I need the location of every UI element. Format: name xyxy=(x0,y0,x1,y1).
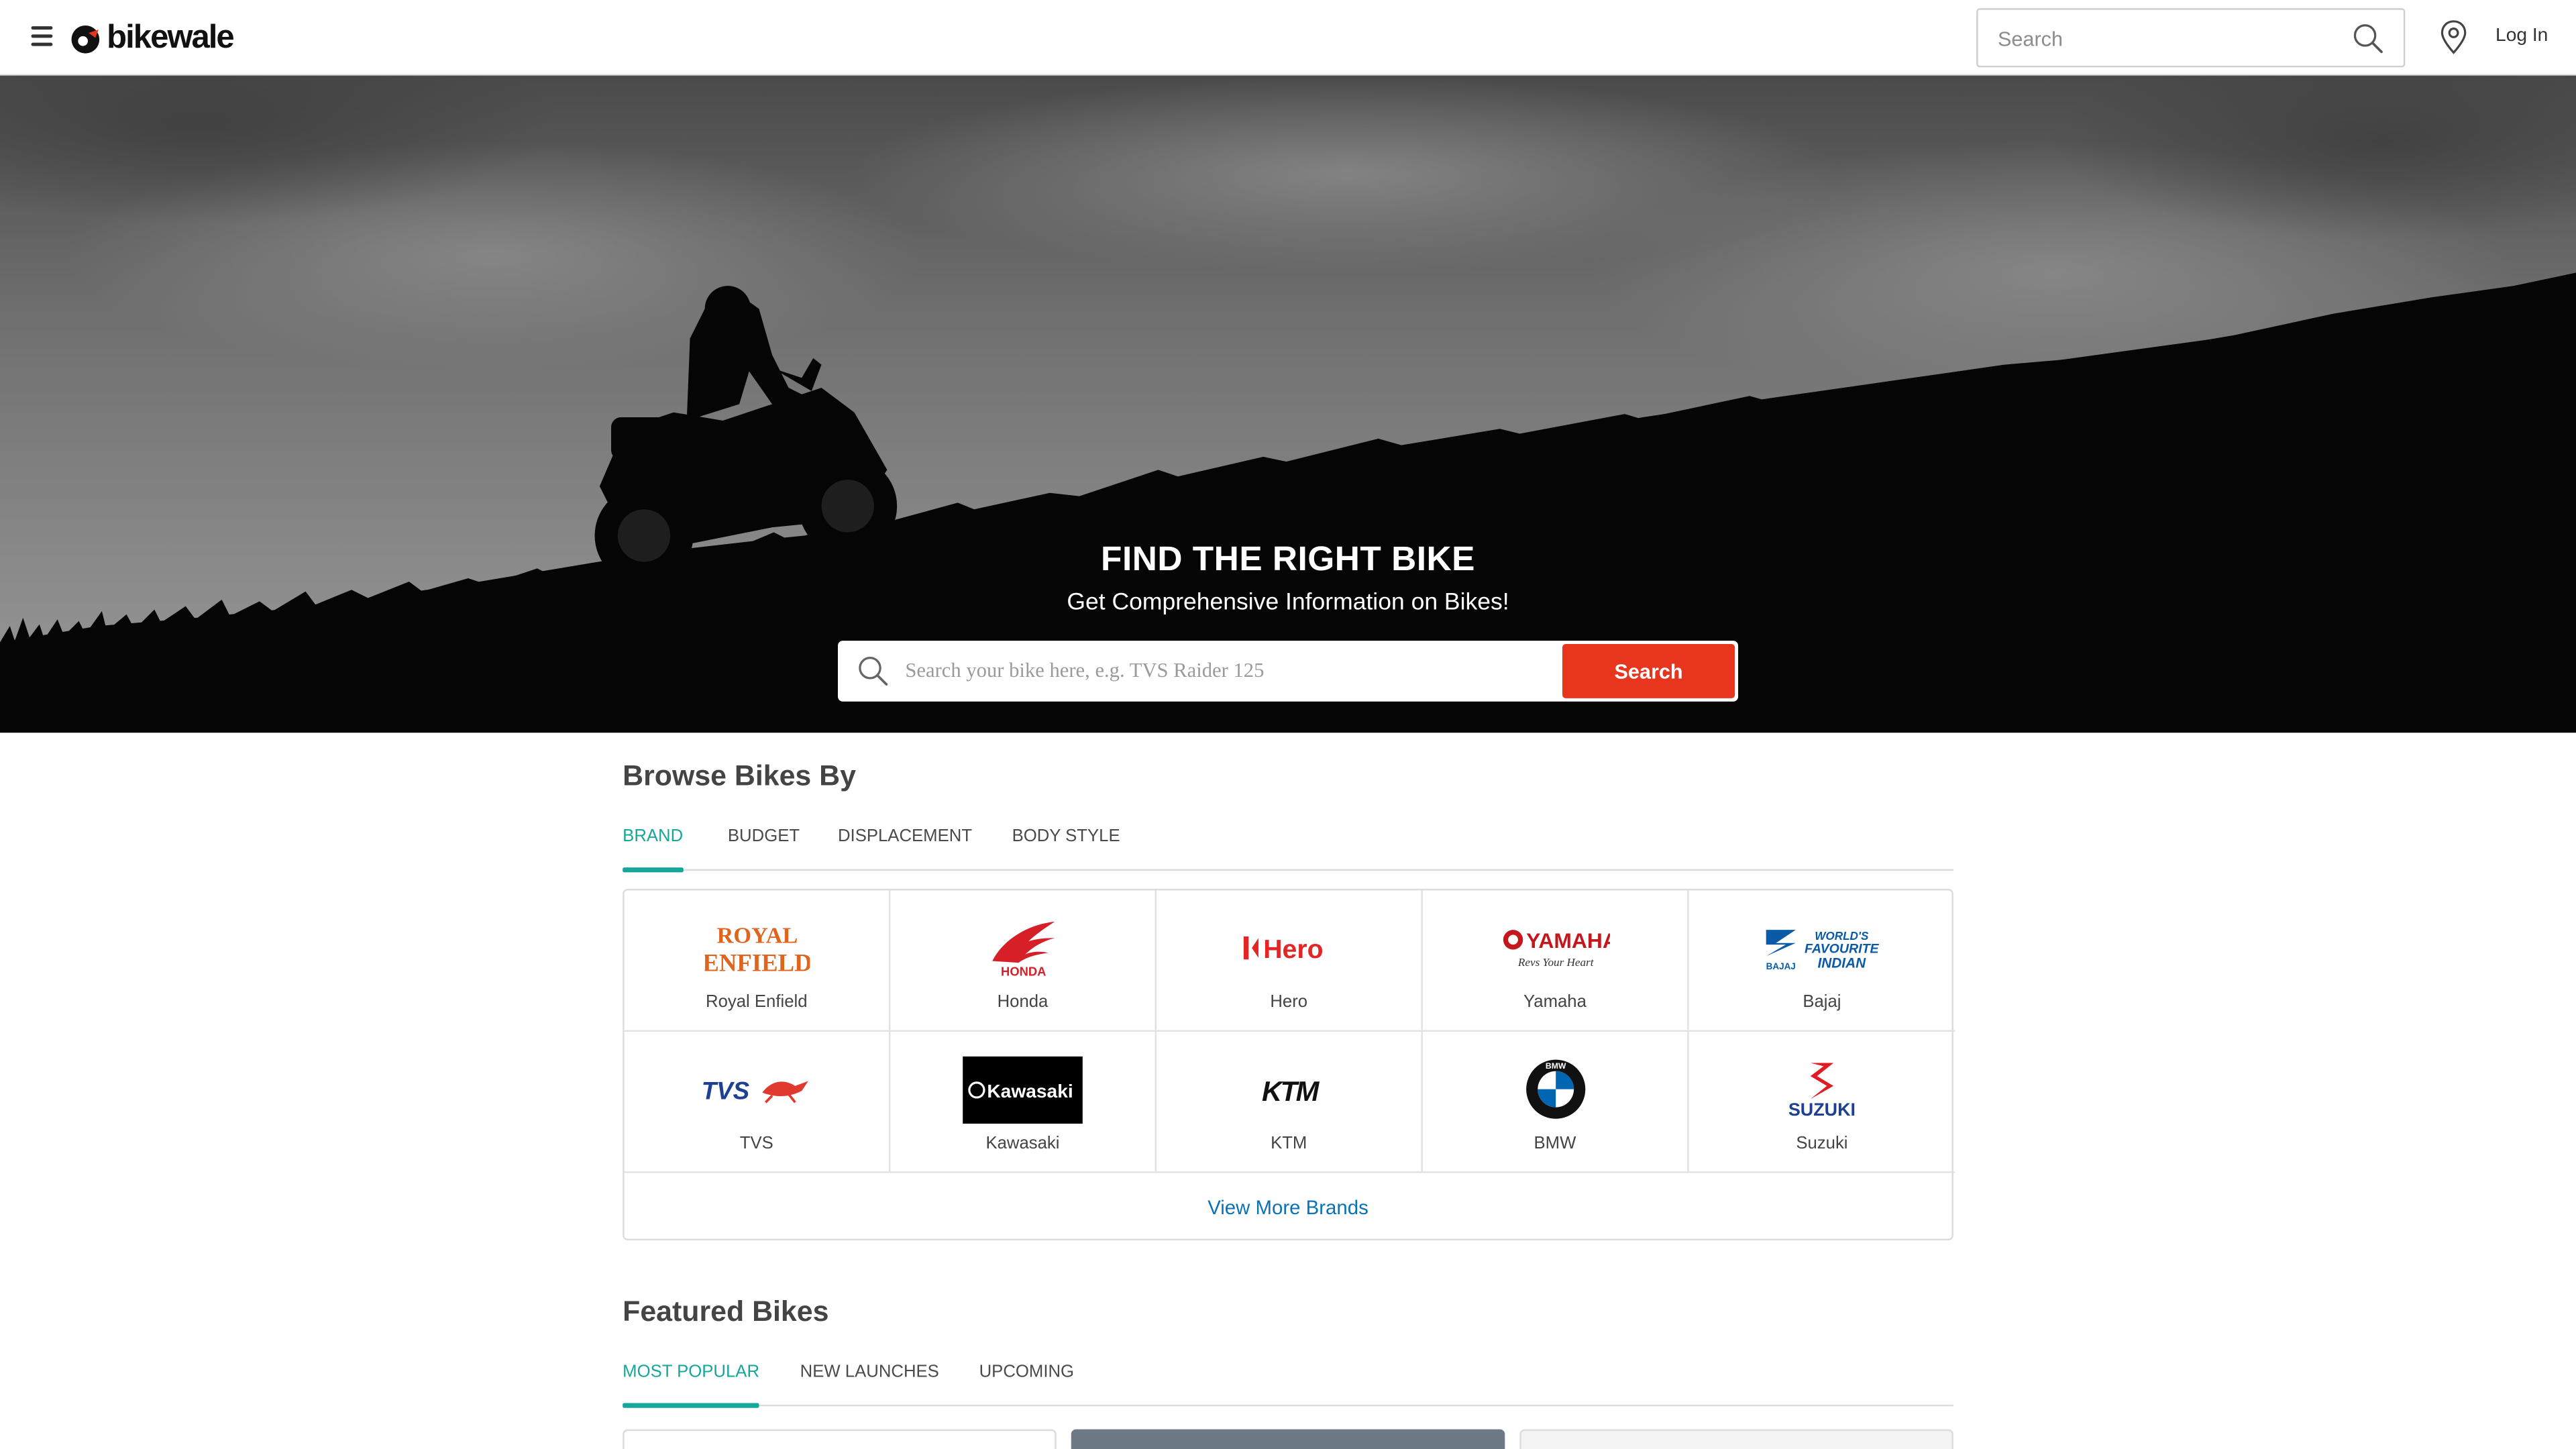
tvs-logo: TVS xyxy=(700,1077,808,1104)
tab-upcoming[interactable]: UPCOMING xyxy=(979,1362,1074,1406)
hero-search-button[interactable]: Search xyxy=(1562,644,1735,698)
honda-wing-logo: HONDA xyxy=(991,921,1055,977)
brand-grid: ROYAL ENFIELD Royal Enfield HONDA Honda … xyxy=(623,888,1955,1240)
browse-section-title: Browse Bikes By xyxy=(623,759,856,792)
svg-text:TVS: TVS xyxy=(700,1077,749,1104)
tab-displacement[interactable]: DISPLACEMENT xyxy=(838,826,972,871)
brand-label: Suzuki xyxy=(1796,1133,1848,1154)
featured-bike-card[interactable] xyxy=(623,1429,1057,1449)
brand-card-yamaha[interactable]: YAMAHA Revs Your Heart Yamaha xyxy=(1422,890,1689,1032)
brand-label: Honda xyxy=(997,992,1049,1012)
header-search-input[interactable] xyxy=(1997,23,2335,56)
featured-bike-card[interactable] xyxy=(1071,1429,1505,1449)
suzuki-logo: SUZUKI xyxy=(1788,1063,1856,1119)
bikewale-logo[interactable]: bikewale xyxy=(69,18,235,58)
hamburger-menu-icon[interactable] xyxy=(31,26,53,46)
ktm-logo: KTM xyxy=(1261,1075,1321,1104)
hero-search-bar[interactable]: Search xyxy=(837,641,1739,702)
brand-label: Yamaha xyxy=(1523,992,1587,1012)
hero-background-image xyxy=(0,75,2576,733)
svg-text:WORLD'S: WORLD'S xyxy=(1815,929,1869,943)
svg-text:ENFIELD: ENFIELD xyxy=(704,949,809,975)
featured-section-title: Featured Bikes xyxy=(623,1294,829,1328)
royal-enfield-logo: ROYAL ENFIELD xyxy=(704,923,809,976)
featured-bike-card[interactable] xyxy=(1519,1429,1953,1449)
yamaha-logo: YAMAHA Revs Your Heart xyxy=(1502,928,1609,969)
bmw-roundel-logo: BMW xyxy=(1525,1059,1585,1119)
hero-subtitle: Get Comprehensive Information on Bikes! xyxy=(1067,590,1509,616)
browse-tabs: BRAND BUDGET DISPLACEMENT BODY STYLE xyxy=(623,826,1953,873)
brand-card-kawasaki[interactable]: Kawasaki Kawasaki xyxy=(890,1031,1157,1173)
brand-card-bajaj[interactable]: BAJAJ WORLD'S FAVOURITE INDIAN Bajaj xyxy=(1688,890,1955,1032)
login-link[interactable]: Log In xyxy=(2496,26,2548,46)
svg-text:Kawasaki: Kawasaki xyxy=(987,1080,1073,1101)
svg-text:ROYAL: ROYAL xyxy=(716,923,797,949)
tab-budget[interactable]: BUDGET xyxy=(728,826,800,871)
brand-card-honda[interactable]: HONDA Honda xyxy=(890,890,1157,1032)
brand-card-hero[interactable]: Hero Hero xyxy=(1157,890,1423,1032)
svg-text:FAVOURITE: FAVOURITE xyxy=(1805,941,1880,956)
svg-text:BAJAJ: BAJAJ xyxy=(1766,961,1796,971)
bajaj-logo: BAJAJ WORLD'S FAVOURITE INDIAN xyxy=(1766,929,1880,971)
search-icon[interactable] xyxy=(2353,23,2384,54)
tab-new-launches[interactable]: NEW LAUNCHES xyxy=(800,1362,939,1406)
hero-title: FIND THE RIGHT BIKE xyxy=(1101,540,1475,579)
svg-text:Hero: Hero xyxy=(1263,935,1322,964)
tab-body-style[interactable]: BODY STYLE xyxy=(1012,826,1120,871)
brand-card-royal-enfield[interactable]: ROYAL ENFIELD Royal Enfield xyxy=(624,890,891,1032)
hero-search-input[interactable] xyxy=(905,653,1546,689)
brand-card-tvs[interactable]: TVS TVS xyxy=(624,1031,891,1173)
featured-tabs: MOST POPULAR NEW LAUNCHES UPCOMING xyxy=(623,1362,1953,1408)
brand-card-ktm[interactable]: KTM KTM xyxy=(1157,1031,1423,1173)
brand-label: TVS xyxy=(739,1133,773,1154)
tab-brand[interactable]: BRAND xyxy=(623,826,683,873)
top-header: bikewale Log In xyxy=(0,0,2576,76)
view-more-brands-link[interactable]: View More Brands xyxy=(625,1173,1952,1240)
logo-text: bikewale xyxy=(107,19,234,56)
svg-text:INDIAN: INDIAN xyxy=(1818,955,1867,971)
location-pin-icon[interactable] xyxy=(2440,19,2468,54)
kawasaki-logo: Kawasaki xyxy=(963,1055,1083,1123)
brand-label: BMW xyxy=(1534,1133,1576,1154)
svg-text:HONDA: HONDA xyxy=(1000,965,1045,977)
brand-label: Hero xyxy=(1270,992,1308,1012)
brand-card-bmw[interactable]: BMW BMW xyxy=(1422,1031,1689,1173)
hero-banner: FIND THE RIGHT BIKE Get Comprehensive In… xyxy=(0,75,2576,733)
header-search-box[interactable] xyxy=(1976,8,2406,68)
hero-logo: Hero xyxy=(1242,935,1322,964)
svg-text:KTM: KTM xyxy=(1261,1075,1320,1104)
svg-text:BMW: BMW xyxy=(1545,1061,1566,1071)
brand-label: KTM xyxy=(1271,1133,1307,1154)
svg-text:SUZUKI: SUZUKI xyxy=(1788,1099,1856,1119)
brand-card-suzuki[interactable]: SUZUKI Suzuki xyxy=(1688,1032,1955,1173)
bikewale-logo-mark-icon xyxy=(71,24,100,53)
brand-label: Bajaj xyxy=(1803,992,1841,1012)
search-icon xyxy=(859,657,888,686)
tab-most-popular[interactable]: MOST POPULAR xyxy=(623,1362,760,1408)
brand-label: Kawasaki xyxy=(985,1133,1060,1154)
brand-label: Royal Enfield xyxy=(705,992,808,1012)
svg-text:YAMAHA: YAMAHA xyxy=(1525,928,1609,953)
svg-text:Revs Your Heart: Revs Your Heart xyxy=(1517,956,1594,969)
